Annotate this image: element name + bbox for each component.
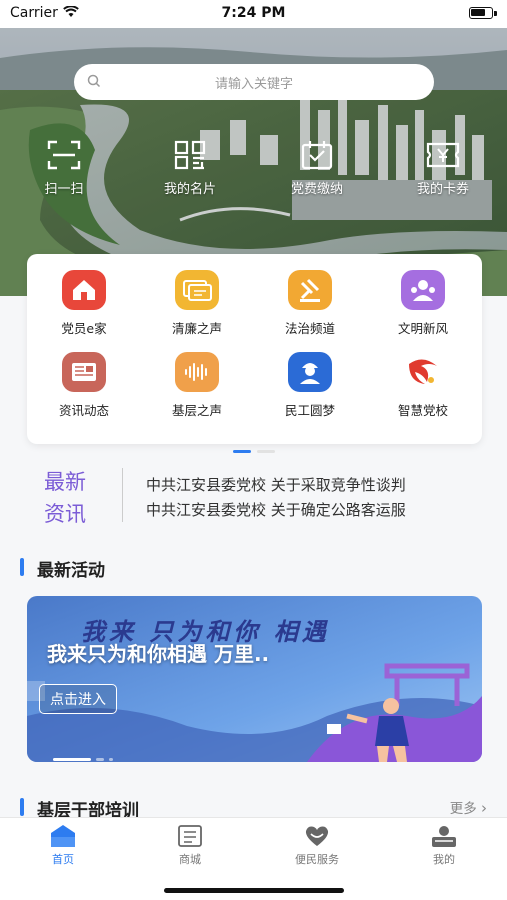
- audio-wave-icon: [175, 352, 219, 392]
- search-placeholder: 请输入关键字: [214, 77, 293, 92]
- quick-action-label: 我的卡券: [416, 182, 469, 197]
- quick-action-card[interactable]: 我的名片: [145, 140, 235, 197]
- status-time: 7:24 PM: [221, 5, 286, 21]
- service-menu-card: 党员e家 清廉之声 法治频道 文明新风 资讯动态 基层之声 民工圆梦 智慧党校: [27, 254, 482, 453]
- news-ticker[interactable]: 最新资讯 中共江安县委党校 关于采取竞争性谈判 中共江安县委党校 关于确定公路客…: [0, 460, 507, 532]
- menu-item-label: 清廉之声: [171, 321, 222, 336]
- page-dot-active: [233, 450, 251, 453]
- heart-service-icon: [305, 826, 329, 846]
- section-accent-bar: [20, 558, 24, 576]
- menu-item-label: 党员e家: [61, 321, 107, 336]
- more-link[interactable]: 更多 ›: [450, 797, 487, 817]
- menu-item-worker-dream[interactable]: 民工圆梦: [255, 352, 365, 419]
- menu-item-label: 民工圆梦: [284, 403, 335, 418]
- home-icon: [62, 270, 106, 310]
- menu-item-label: 基层之声: [171, 403, 222, 418]
- app-home-page: Carrier 7:24 PM 请输入关键字 扫一扫 我的名片 党费缴纳 我的卡…: [0, 0, 507, 900]
- menu-item-label: 智慧党校: [397, 403, 448, 418]
- home-indicator: [164, 888, 344, 893]
- tab-label: 商城: [179, 853, 201, 866]
- menu-item-label: 文明新风: [397, 321, 448, 336]
- news-item[interactable]: 中共江安县委党校 关于确定公路客运服: [146, 499, 486, 520]
- section-accent-bar: [20, 798, 24, 816]
- quick-action-label: 党费缴纳: [290, 182, 343, 197]
- news-item[interactable]: 中共江安县委党校 关于采取竞争性谈判: [146, 474, 486, 495]
- menu-item-news[interactable]: 资讯动态: [29, 352, 139, 419]
- menu-item-label: 资讯动态: [58, 403, 109, 418]
- payment-icon: [301, 141, 333, 170]
- menu-item-party-home[interactable]: 党员e家: [29, 270, 139, 337]
- enter-button[interactable]: 点击进入: [39, 684, 117, 714]
- more-label: 更多: [449, 801, 477, 817]
- quick-action-label: 我的名片: [163, 182, 216, 197]
- tab-home[interactable]: 首页: [3, 824, 123, 867]
- section-title: 最新活动: [37, 561, 105, 581]
- tab-label: 便民服务: [295, 853, 339, 866]
- banner-dot: [96, 758, 104, 761]
- home-tab-icon: [51, 825, 75, 847]
- quick-action-scan[interactable]: 扫一扫: [19, 140, 109, 197]
- menu-item-smart-party-school[interactable]: 智慧党校: [368, 352, 478, 419]
- quick-action-coupon[interactable]: 我的卡券: [398, 140, 488, 197]
- party-emblem-icon: [401, 352, 445, 392]
- worker-icon: [288, 352, 332, 392]
- menu-item-law-channel[interactable]: 法治频道: [255, 270, 365, 337]
- page-dot: [257, 450, 275, 453]
- tab-label: 首页: [52, 853, 74, 866]
- gavel-icon: [288, 270, 332, 310]
- activity-banner[interactable]: 我来 只为和你 相遇 我来只为和你相遇 万里.. 点击进入: [27, 596, 482, 762]
- menu-item-grassroots-voice[interactable]: 基层之声: [142, 352, 252, 419]
- status-bar: Carrier 7:24 PM: [0, 0, 507, 28]
- hero-banner: Carrier 7:24 PM 请输入关键字 扫一扫 我的名片 党费缴纳 我的卡…: [0, 0, 507, 296]
- banner-dot: [109, 758, 113, 761]
- menu-item-label: 法治频道: [284, 321, 335, 336]
- tab-label: 我的: [433, 853, 455, 866]
- search-bar[interactable]: 请输入关键字: [74, 64, 434, 100]
- qr-card-icon: [174, 140, 206, 170]
- tab-profile[interactable]: 我的: [384, 824, 504, 867]
- menu-item-civilization[interactable]: 文明新风: [368, 270, 478, 337]
- news-divider: [122, 468, 123, 522]
- banner-title: 我来只为和你相遇 万里..: [47, 642, 270, 666]
- chevron-right-icon: ›: [481, 799, 487, 817]
- mall-icon: [178, 825, 202, 847]
- tab-mall[interactable]: 商城: [130, 824, 250, 867]
- message-icon: [175, 270, 219, 310]
- quick-action-label: 扫一扫: [44, 182, 84, 197]
- tab-services[interactable]: 便民服务: [257, 824, 377, 867]
- quick-action-payment[interactable]: 党费缴纳: [272, 140, 362, 197]
- battery-cap: [494, 11, 497, 16]
- scan-icon: [47, 140, 81, 170]
- battery-icon: [469, 7, 493, 19]
- coupon-icon: [426, 142, 460, 168]
- banner-page-indicator: [53, 746, 118, 762]
- profile-icon: [432, 826, 456, 847]
- banner-dot-active: [53, 758, 91, 761]
- people-icon: [401, 270, 445, 310]
- news-section-title: 最新资讯: [44, 470, 86, 526]
- newspaper-icon: [62, 352, 106, 392]
- menu-page-indicator: [233, 438, 281, 457]
- menu-item-integrity-voice[interactable]: 清廉之声: [142, 270, 252, 337]
